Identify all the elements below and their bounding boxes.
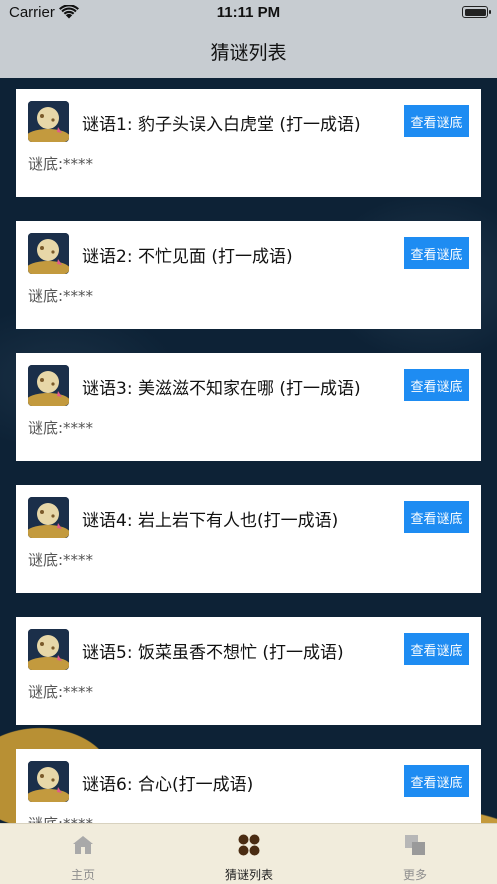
answer-text: 谜底:**** bbox=[28, 419, 94, 437]
riddle-card: 谜语4: 岩上岩下有人也(打一成语) 查看谜底 谜底:**** bbox=[16, 485, 481, 593]
battery-icon bbox=[462, 6, 491, 18]
tab-label: 更多 bbox=[402, 868, 427, 882]
riddle-text: 谜语6: 合心(打一成语) bbox=[82, 775, 254, 795]
tab-riddle-list[interactable]: 猜谜列表 bbox=[166, 824, 332, 884]
more-icon bbox=[405, 835, 425, 855]
view-answer-button[interactable]: 查看谜底 bbox=[404, 501, 469, 533]
grid-icon bbox=[238, 834, 260, 856]
riddle-card: 谜语3: 美滋滋不知家在哪 (打一成语) 查看谜底 谜底:**** bbox=[16, 353, 481, 461]
view-answer-button[interactable]: 查看谜底 bbox=[404, 105, 469, 137]
tab-label: 主页 bbox=[70, 868, 95, 882]
riddle-text: 谜语1: 豹子头误入白虎堂 (打一成语) bbox=[82, 115, 361, 135]
view-answer-button[interactable]: 查看谜底 bbox=[404, 369, 469, 401]
answer-text: 谜底:**** bbox=[28, 683, 94, 701]
riddle-text: 谜语3: 美滋滋不知家在哪 (打一成语) bbox=[82, 379, 361, 399]
answer-text: 谜底:**** bbox=[28, 287, 94, 305]
riddle-thumbnail bbox=[28, 365, 69, 406]
riddle-thumbnail bbox=[28, 101, 69, 142]
tab-bar: 主页 猜谜列表 更多 bbox=[0, 823, 497, 884]
riddle-thumbnail bbox=[28, 761, 69, 802]
answer-text: 谜底:**** bbox=[28, 813, 93, 823]
home-icon bbox=[73, 836, 93, 854]
page-title: 猜谜列表 bbox=[210, 42, 287, 64]
answer-text: 谜底:**** bbox=[28, 551, 94, 569]
riddle-card: 谜语1: 豹子头误入白虎堂 (打一成语) 查看谜底 谜底:**** bbox=[16, 89, 481, 197]
clock-label: 11:11 PM bbox=[216, 4, 281, 21]
riddle-thumbnail bbox=[28, 497, 69, 538]
view-answer-button[interactable]: 查看谜底 bbox=[404, 237, 469, 269]
view-answer-button[interactable]: 查看谜底 bbox=[404, 765, 469, 797]
view-answer-button[interactable]: 查看谜底 bbox=[404, 633, 469, 665]
navigation-bar: 猜谜列表 bbox=[0, 26, 497, 79]
status-bar: Carrier 11:11 PM bbox=[0, 0, 497, 26]
tab-label: 猜谜列表 bbox=[224, 868, 273, 882]
riddle-card: 谜语5: 饭菜虽香不想忙 (打一成语) 查看谜底 谜底:**** bbox=[16, 617, 481, 725]
riddle-text: 谜语2: 不忙见面 (打一成语) bbox=[82, 247, 293, 267]
answer-text: 谜底:**** bbox=[28, 155, 94, 173]
riddle-thumbnail bbox=[28, 629, 69, 670]
riddle-list[interactable]: 谜语1: 豹子头误入白虎堂 (打一成语) 查看谜底 谜底:**** 谜语2: 不… bbox=[0, 78, 497, 823]
riddle-card: 谜语6: 合心(打一成语) 查看谜底 谜底:**** bbox=[16, 749, 481, 823]
riddle-thumbnail bbox=[28, 233, 69, 274]
tab-more[interactable]: 更多 bbox=[332, 824, 497, 884]
tab-home[interactable]: 主页 bbox=[0, 824, 166, 884]
riddle-card: 谜语2: 不忙见面 (打一成语) 查看谜底 谜底:**** bbox=[16, 221, 481, 329]
riddle-text: 谜语5: 饭菜虽香不想忙 (打一成语) bbox=[82, 643, 344, 663]
riddle-text: 谜语4: 岩上岩下有人也(打一成语) bbox=[82, 511, 339, 531]
